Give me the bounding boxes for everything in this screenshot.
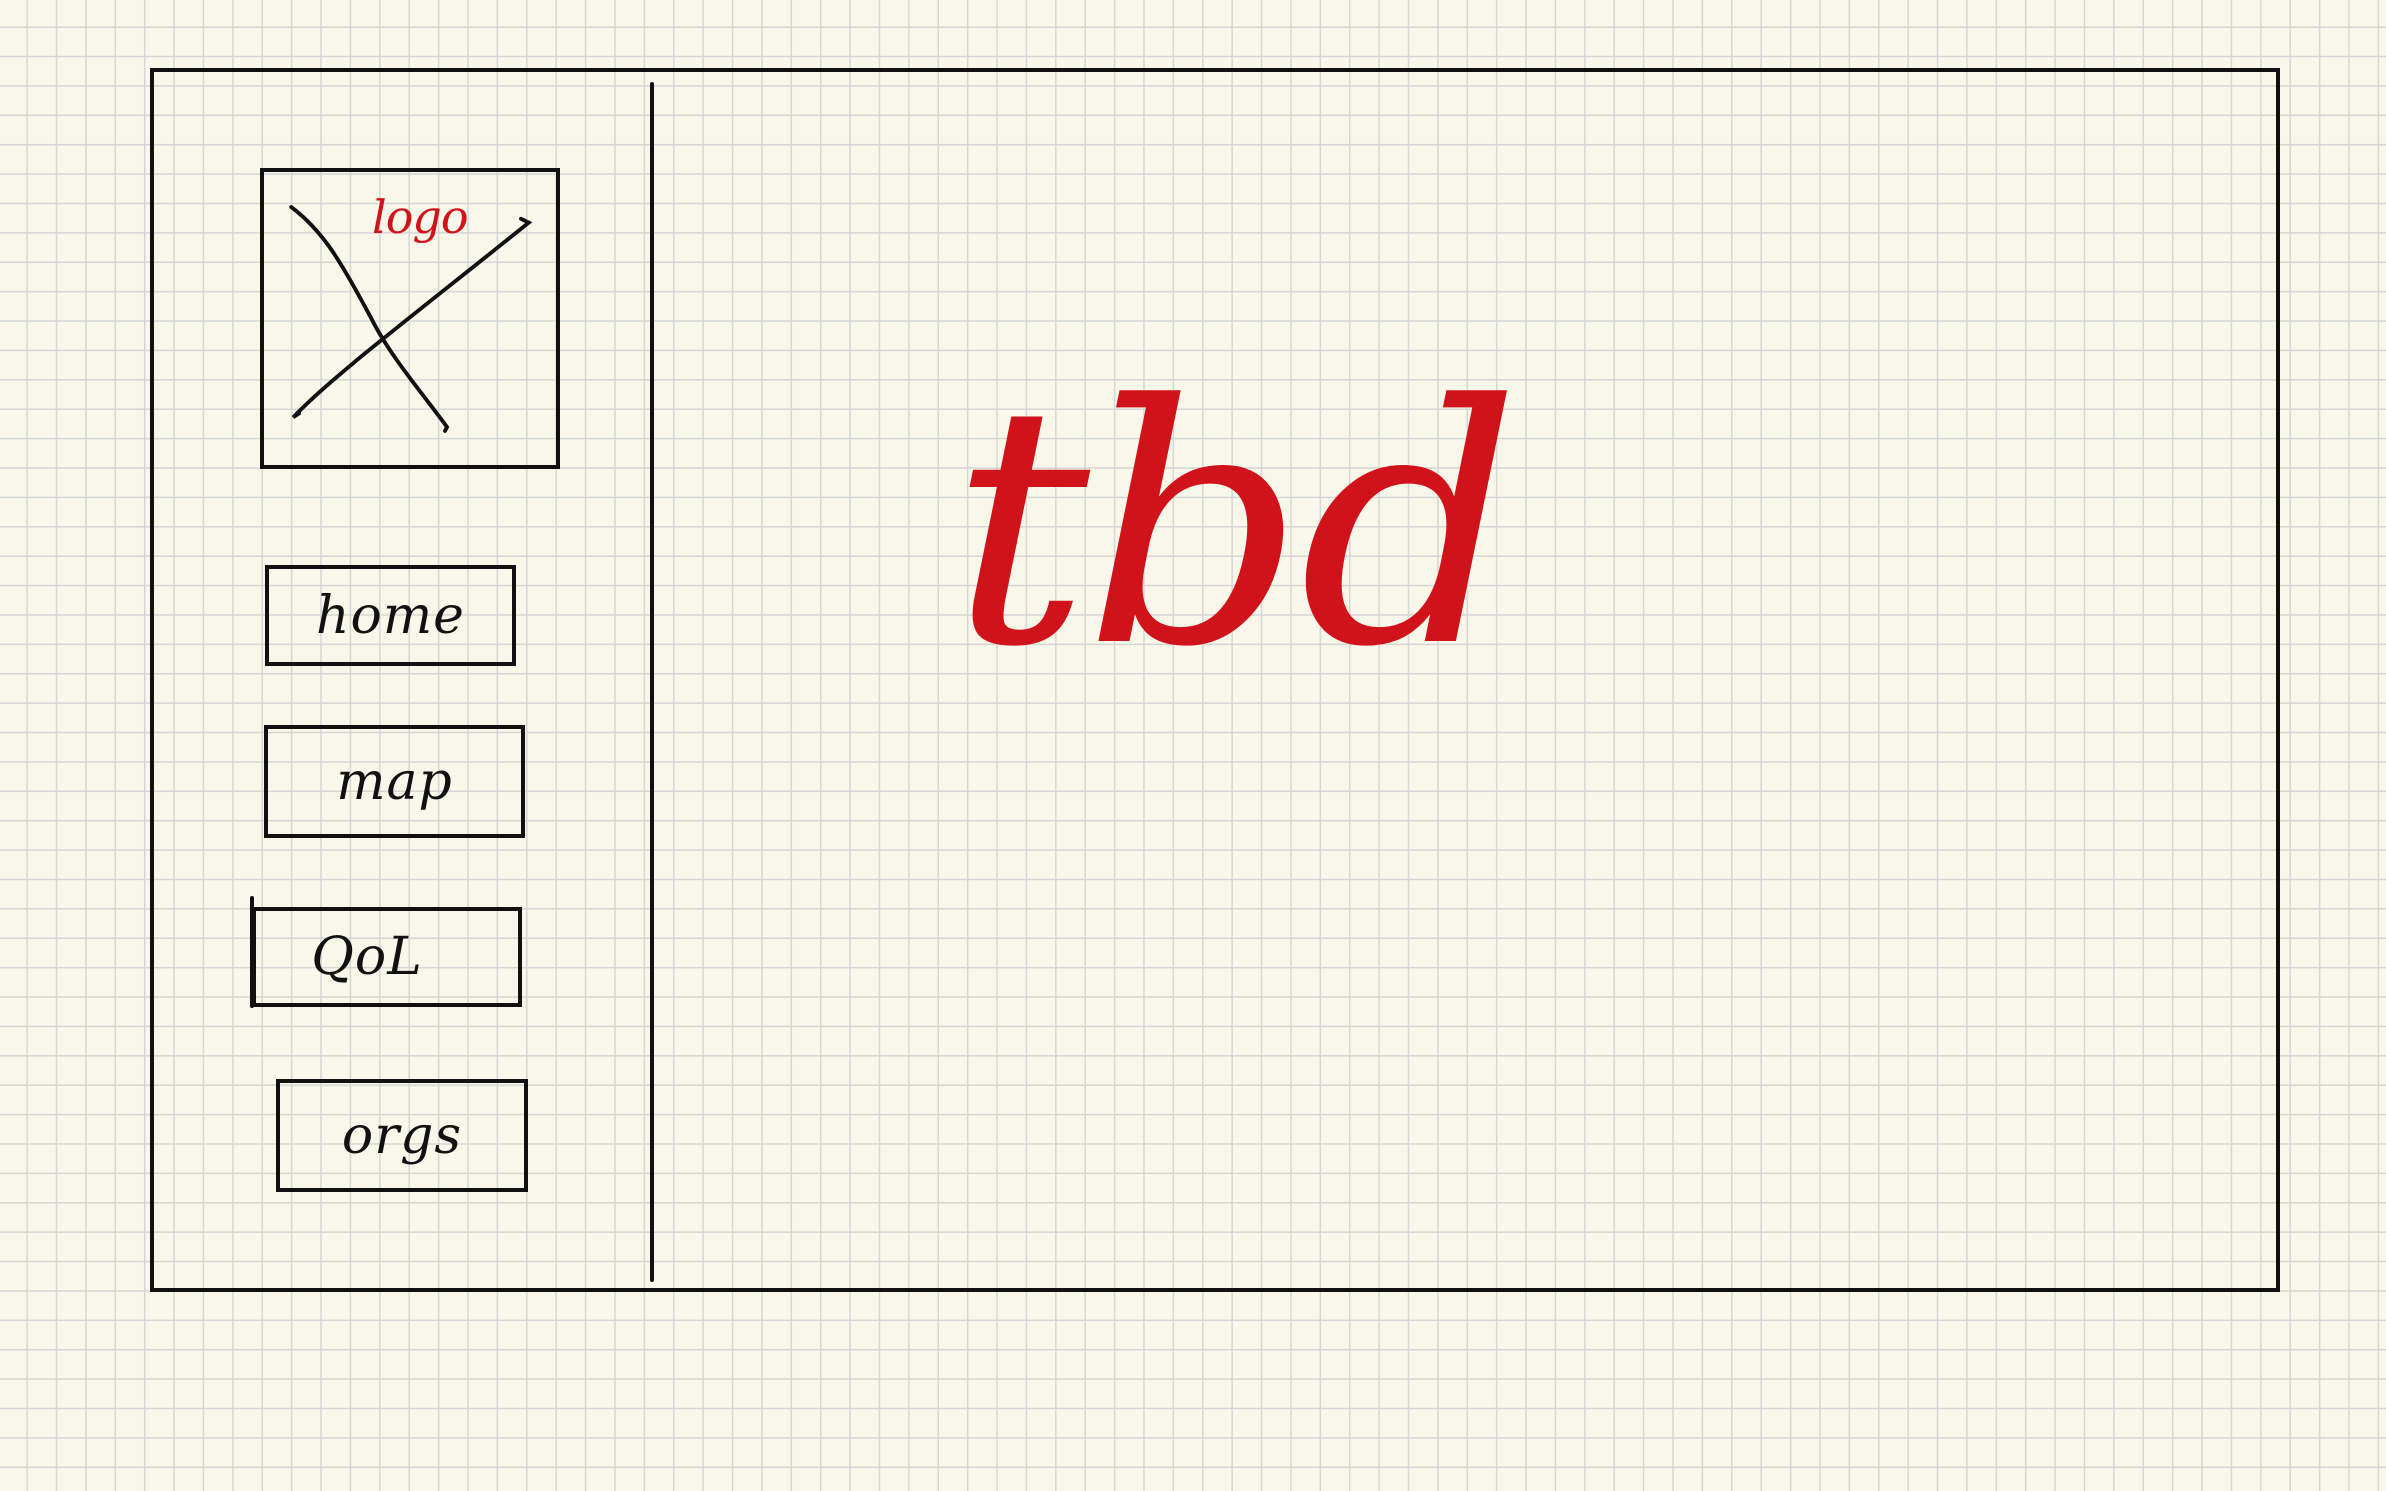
nav-orgs-label: orgs xyxy=(341,1105,463,1166)
main-content-area: tbd xyxy=(654,72,2276,1288)
nav-home-label: home xyxy=(316,585,465,646)
logo-label: logo xyxy=(372,190,469,244)
nav-qol-button[interactable]: QoL xyxy=(252,907,522,1007)
nav-map-button[interactable]: map xyxy=(264,725,525,838)
nav-qol-label: QoL xyxy=(311,927,423,987)
nav-map-label: map xyxy=(336,751,453,812)
nav-orgs-button[interactable]: orgs xyxy=(276,1079,528,1192)
logo-placeholder: logo xyxy=(260,168,560,469)
placeholder-text: tbd xyxy=(950,335,1521,719)
nav-home-button[interactable]: home xyxy=(265,565,516,666)
